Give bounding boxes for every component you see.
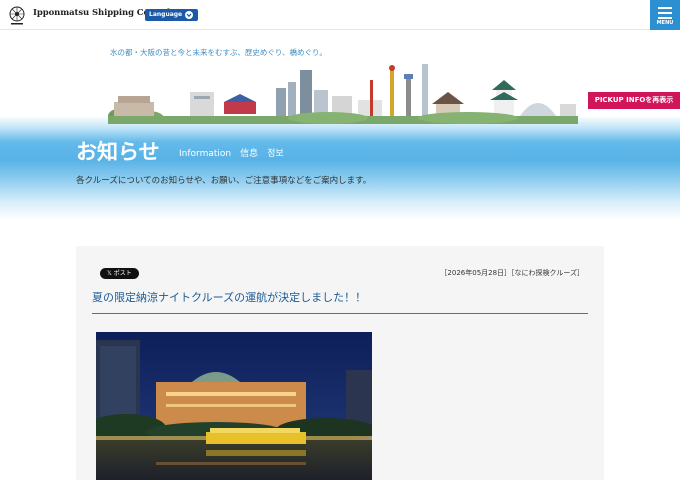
language-button[interactable]: Language xyxy=(145,9,199,21)
page-title: お知らせ xyxy=(76,140,160,164)
x-post-label: ポスト xyxy=(113,270,132,277)
hero-banner: 水の都・大阪の昔と今と未来をむすぶ、歴史めぐり、橋めぐり。 PICKUP INF… xyxy=(0,30,680,220)
company-logo[interactable] xyxy=(6,4,28,26)
page-description: 各クルーズについてのお知らせや、お願い、ご注意事項などをご案内します。 xyxy=(76,176,372,186)
article-title[interactable]: 夏の限定納涼ナイトクルーズの運航が決定しました！！ xyxy=(92,289,366,305)
osaka-skyline-illustration xyxy=(108,64,578,124)
menu-button[interactable]: MENU xyxy=(650,0,680,30)
language-label: Language xyxy=(149,11,183,18)
x-logo-icon: 𝕏 xyxy=(107,270,114,277)
pickup-info-button[interactable]: PICKUP INFOを再表示 xyxy=(588,92,680,109)
night-cruise-photo xyxy=(96,332,372,480)
news-article: 𝕏 ポスト ［2026年05月28日］［なにわ探検クルーズ］ 夏の限定納涼ナイト… xyxy=(76,246,604,480)
page-subtitle: Information 信息 정보 xyxy=(179,149,284,159)
menu-label: MENU xyxy=(656,20,674,26)
site-header: Ipponmatsu Shipping Co.,Ltd Language MEN… xyxy=(0,0,680,30)
x-post-button[interactable]: 𝕏 ポスト xyxy=(100,268,139,279)
chevron-down-icon xyxy=(183,9,195,21)
article-meta: ［2026年05月28日］［なにわ探検クルーズ］ xyxy=(440,269,584,277)
title-divider xyxy=(92,313,588,314)
hero-tagline: 水の都・大阪の昔と今と未来をむすぶ、歴史めぐり、橋めぐり。 xyxy=(110,48,327,57)
